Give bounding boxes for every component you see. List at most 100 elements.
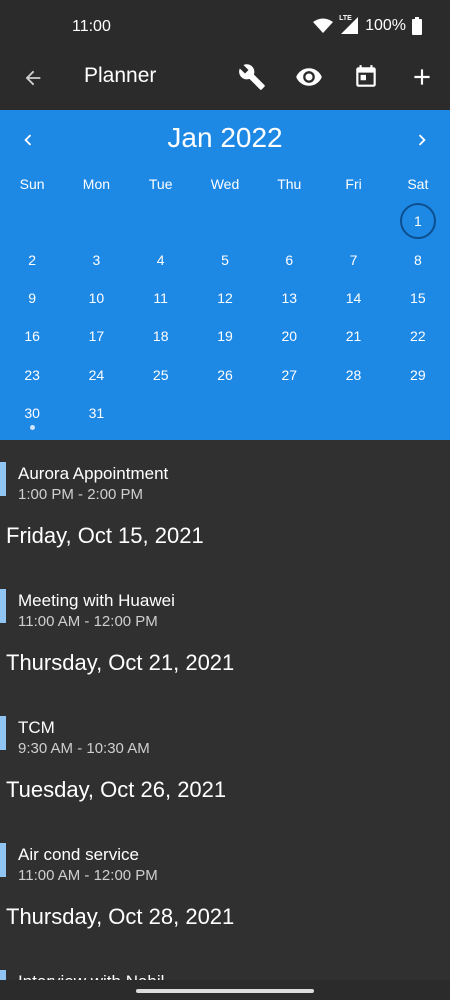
day-number: 2 — [28, 251, 37, 268]
day-cell[interactable]: 10 — [64, 279, 128, 317]
day-cell[interactable]: 9 — [0, 279, 64, 317]
event-title: Air cond service — [18, 845, 139, 864]
eye-icon — [296, 68, 322, 86]
agenda-event-item[interactable]: Aurora Appointment 1:00 PM - 2:00 PM — [0, 440, 450, 504]
empty-day-cell — [129, 202, 193, 240]
empty-day-cell — [257, 394, 321, 432]
day-number: 20 — [281, 328, 298, 345]
day-cell[interactable]: 26 — [193, 356, 257, 394]
empty-day-cell — [64, 202, 128, 240]
battery-percent: 100% — [365, 17, 406, 34]
agenda-date-header: Tuesday, Oct 26, 2021 — [6, 776, 227, 802]
day-number: 23 — [24, 366, 40, 383]
network-label: LTE — [339, 15, 352, 22]
agenda-list[interactable]: Aurora Appointment 1:00 PM - 2:00 PM Frida… — [0, 440, 450, 980]
day-number: 28 — [345, 366, 362, 383]
event-time: 11:00 AM - 12:00 PM — [18, 613, 158, 630]
agenda-event-item[interactable]: Air cond service 11:00 AM - 12:00 PM — [0, 821, 450, 885]
day-cell[interactable]: 6 — [257, 240, 321, 278]
day-cell[interactable]: 12 — [193, 279, 257, 317]
day-cell[interactable]: 13 — [257, 279, 321, 317]
weekday-label: Fri — [345, 176, 362, 192]
day-cell[interactable]: 1 — [386, 202, 450, 240]
wifi-icon — [313, 18, 334, 34]
day-cell[interactable]: 17 — [64, 317, 128, 355]
agenda-event-item[interactable]: Interview with Nabil — [0, 948, 450, 980]
day-number: 17 — [88, 328, 105, 345]
plus-icon — [414, 69, 430, 85]
home-gesture-handle[interactable] — [136, 989, 314, 993]
day-number: 9 — [28, 289, 37, 306]
day-number: 16 — [24, 328, 40, 345]
day-cell[interactable]: 22 — [386, 317, 450, 355]
day-cell[interactable]: 2 — [0, 240, 64, 278]
day-number: 19 — [217, 328, 233, 345]
navigation-bar — [0, 980, 450, 1000]
weekday-label: Thu — [277, 176, 302, 192]
status-bar: 11:00 LTE 100% — [0, 0, 450, 44]
day-cell[interactable]: 20 — [257, 317, 321, 355]
day-cell[interactable]: 29 — [386, 356, 450, 394]
agenda-date-header: Thursday, Oct 21, 2021 — [6, 649, 235, 675]
status-time: 11:00 — [72, 18, 111, 35]
agenda-event-item[interactable]: Meeting with Huawei 11:00 AM - 12:00 PM — [0, 567, 450, 631]
agenda-date-header: Friday, Oct 15, 2021 — [6, 522, 204, 548]
event-title: TCM — [18, 718, 55, 737]
day-cell[interactable]: 4 — [129, 240, 193, 278]
day-cell[interactable]: 31 — [64, 394, 128, 432]
day-cell[interactable]: 11 — [129, 279, 193, 317]
day-cell[interactable]: 14 — [321, 279, 385, 317]
event-time: 1:00 PM - 2:00 PM — [18, 486, 144, 503]
add-event-button[interactable] — [406, 61, 438, 93]
status-icons: LTE 100% — [313, 15, 422, 35]
empty-day-cell — [193, 394, 257, 432]
day-number: 26 — [217, 366, 233, 383]
today-button[interactable] — [350, 61, 382, 93]
battery-icon — [412, 17, 422, 35]
day-cell[interactable]: 30 — [0, 394, 64, 432]
weekday-label: Wed — [210, 176, 240, 192]
day-cell[interactable]: 8 — [386, 240, 450, 278]
day-cell[interactable]: 27 — [257, 356, 321, 394]
day-cell[interactable]: 3 — [64, 240, 128, 278]
day-cell[interactable]: 24 — [64, 356, 128, 394]
weekday-label: Sat — [407, 176, 429, 192]
day-number: 14 — [345, 289, 362, 306]
agenda-date-header: Thursday, Oct 28, 2021 — [6, 903, 235, 929]
event-time: 11:00 AM - 12:00 PM — [18, 867, 158, 884]
next-month-button[interactable] — [408, 126, 436, 154]
day-number: 18 — [152, 328, 169, 345]
day-cell[interactable]: 18 — [129, 317, 193, 355]
weekday-label: Tue — [148, 176, 173, 192]
view-button[interactable] — [293, 61, 325, 93]
day-cell[interactable]: 15 — [386, 279, 450, 317]
day-cell[interactable]: 5 — [193, 240, 257, 278]
event-indicator-dot — [29, 425, 35, 431]
day-cell[interactable]: 28 — [321, 356, 385, 394]
empty-day-cell — [321, 394, 385, 432]
day-number: 15 — [410, 289, 426, 306]
days-grid: 1 2 3 4 5 6 7 8 9 10 11 12 13 14 15 16 17 18 19 20 21 22 23 24 2… — [0, 202, 450, 432]
agenda-event-item[interactable]: TCM 9:30 AM - 10:30 AM — [0, 694, 450, 758]
day-number: 13 — [281, 289, 298, 306]
day-cell[interactable]: 7 — [321, 240, 385, 278]
empty-day-cell — [193, 202, 257, 240]
day-cell[interactable]: 21 — [321, 317, 385, 355]
empty-day-cell — [0, 202, 64, 240]
empty-day-cell — [129, 394, 193, 432]
app-bar: Planner — [0, 44, 450, 110]
event-color-bar — [0, 462, 6, 496]
settings-button[interactable] — [236, 61, 268, 93]
event-color-bar — [0, 716, 6, 750]
weekday-label: Mon — [82, 176, 111, 192]
day-cell[interactable]: 16 — [0, 317, 64, 355]
day-number: 31 — [88, 405, 105, 422]
back-button[interactable] — [18, 63, 48, 93]
day-cell[interactable]: 19 — [193, 317, 257, 355]
day-number: 11 — [153, 289, 168, 306]
event-color-bar — [0, 970, 6, 980]
day-cell[interactable]: 25 — [129, 356, 193, 394]
back-arrow-icon — [25, 70, 41, 86]
event-title: Aurora Appointment — [18, 464, 169, 483]
day-cell[interactable]: 23 — [0, 356, 64, 394]
